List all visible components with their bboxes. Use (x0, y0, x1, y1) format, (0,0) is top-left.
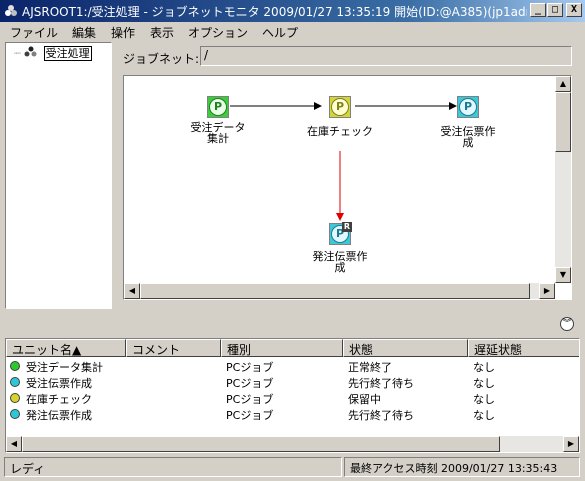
table-row[interactable]: 受注データ集計 PCジョブ 正常終了 なし (6, 359, 579, 374)
job-status-icon (10, 393, 20, 403)
job-status-icon (10, 361, 20, 371)
menu-options[interactable]: オプション (188, 24, 248, 41)
cell-status: 先行終了待ち (348, 377, 414, 390)
menu-operation[interactable]: 操作 (111, 24, 135, 41)
job-status-icon (10, 409, 20, 419)
column-header-status[interactable]: 状態 (343, 339, 468, 357)
close-button[interactable]: X (566, 3, 582, 17)
job-label-4: 発注伝票作 成 (312, 250, 368, 274)
scroll-right-button[interactable]: ▶ (539, 283, 555, 299)
cell-unit-name: 受注データ集計 (26, 361, 103, 374)
cell-unit-name: 受注伝票作成 (26, 377, 92, 390)
horizontal-scroll-thumb[interactable] (140, 283, 530, 299)
job-node-1[interactable]: P (207, 96, 229, 118)
cell-delay: なし (473, 409, 495, 422)
pc-job-icon: P (331, 98, 349, 116)
app-icon (5, 5, 17, 16)
jobnet-path-value: / (204, 48, 209, 62)
cell-type: PCジョブ (226, 409, 274, 422)
maximize-button[interactable]: □ (547, 3, 563, 17)
job-status-icon (10, 377, 20, 387)
cell-delay: なし (473, 361, 495, 374)
scroll-right-button[interactable]: ▶ (563, 436, 579, 452)
jobnet-label: ジョブネット: (123, 52, 200, 66)
cell-unit-name: 在庫チェック (26, 393, 92, 406)
menu-file[interactable]: ファイル (10, 24, 58, 41)
status-last-access: 最終アクセス時刻 2009/01/27 13:35:43 (344, 457, 580, 477)
cell-status: 先行終了待ち (348, 409, 414, 422)
job-node-2[interactable]: P (329, 96, 351, 118)
pc-job-icon: P (209, 98, 227, 116)
column-header-unit-name[interactable]: ユニット名▲ (6, 339, 126, 357)
scroll-left-button[interactable]: ◀ (124, 283, 140, 299)
scroll-left-button[interactable]: ◀ (6, 436, 22, 452)
title-bar[interactable]: AJSROOT1:/受注処理 - ジョブネットモニタ 2009/01/27 13… (0, 0, 585, 22)
tree-node-jobnet[interactable]: ┈ 受注処理 (14, 45, 92, 61)
vertical-scroll-thumb[interactable] (555, 92, 571, 152)
job-label-2: 在庫チェック (307, 125, 373, 138)
cell-status: 保留中 (348, 393, 381, 406)
scroll-up-button[interactable]: ▲ (555, 76, 571, 92)
menu-view[interactable]: 表示 (150, 24, 174, 41)
column-header-delay[interactable]: 遅延状態 (468, 339, 579, 357)
cell-type: PCジョブ (226, 393, 274, 406)
menu-edit[interactable]: 編集 (72, 24, 96, 41)
window-title: AJSROOT1:/受注処理 - ジョブネットモニタ 2009/01/27 13… (22, 5, 527, 19)
recovery-badge-icon: R (342, 222, 352, 232)
jobnet-canvas[interactable]: P 受注データ 集計 P 在庫チェック P 受注伝票作 成 P R 発注伝票作 … (123, 75, 572, 300)
job-node-3[interactable]: P (457, 96, 479, 118)
pc-job-icon: P (459, 98, 477, 116)
tree-connector: ┈ (14, 47, 21, 60)
table-row[interactable]: 受注伝票作成 PCジョブ 先行終了待ち なし (6, 375, 579, 390)
horizontal-scroll-thumb[interactable] (22, 436, 500, 452)
cell-delay: なし (473, 377, 495, 390)
cell-type: PCジョブ (226, 361, 274, 374)
cell-delay: なし (473, 393, 495, 406)
scroll-down-button[interactable]: ▼ (555, 267, 571, 283)
jobnet-icon (24, 46, 37, 57)
table-row[interactable]: 発注伝票作成 PCジョブ 先行終了待ち なし (6, 407, 579, 422)
table-row[interactable]: 在庫チェック PCジョブ 保留中 なし (6, 391, 579, 406)
menu-help[interactable]: ヘルプ (262, 24, 298, 41)
list-pane-header: ︾ (5, 313, 580, 337)
minimize-button[interactable]: _ (530, 3, 546, 17)
job-label-1: 受注データ 集計 (190, 121, 246, 145)
cell-unit-name: 発注伝票作成 (26, 409, 92, 422)
job-node-4[interactable]: P R (329, 222, 352, 245)
jobnet-path-field: / (200, 46, 572, 66)
unit-list[interactable]: ユニット名▲ コメント 種別 状態 遅延状態 受注データ集計 PCジョブ 正常終… (5, 338, 580, 453)
cell-status: 正常終了 (348, 361, 392, 374)
collapse-icon[interactable]: ︾ (560, 317, 574, 331)
tree-pane[interactable]: ┈ 受注処理 (5, 42, 112, 309)
cell-type: PCジョブ (226, 377, 274, 390)
column-header-type[interactable]: 種別 (221, 339, 343, 357)
canvas-horizontal-scrollbar[interactable]: ◀ ▶ (124, 283, 555, 299)
column-header-comment[interactable]: コメント (126, 339, 221, 357)
tree-node-label: 受注処理 (43, 46, 92, 61)
list-horizontal-scrollbar[interactable]: ◀ ▶ (6, 436, 579, 452)
job-label-3: 受注伝票作 成 (440, 125, 496, 149)
status-ready: レディ (4, 457, 342, 477)
menu-bar: ファイル 編集 操作 表示 オプション ヘルプ (0, 22, 585, 42)
canvas-vertical-scrollbar[interactable]: ▲ ▼ (555, 76, 571, 283)
